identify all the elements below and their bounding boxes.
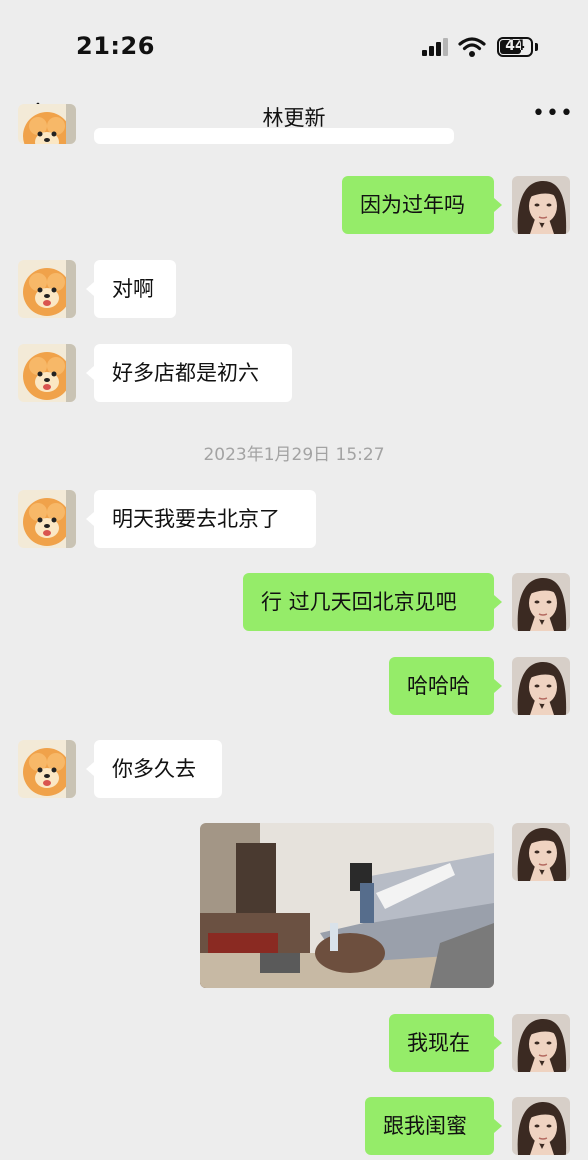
wifi-icon	[458, 37, 486, 57]
message-row-sent: 跟我闺蜜	[0, 1097, 588, 1155]
cellular-signal-icon	[422, 38, 450, 56]
avatar-self[interactable]	[512, 573, 570, 631]
message-row-sent: 因为过年吗	[0, 176, 588, 234]
avatar-self[interactable]	[512, 176, 570, 234]
status-time: 21:26	[76, 32, 155, 60]
avatar-contact[interactable]	[18, 260, 76, 318]
avatar-contact[interactable]	[18, 104, 76, 144]
avatar-contact[interactable]	[18, 344, 76, 402]
more-dots-icon[interactable]: •••	[532, 102, 573, 126]
message-list[interactable]: 因为过年吗 对啊 好多店都是初六 2023年1月29日 15:27 明天我要去北…	[0, 142, 588, 1160]
message-row-sent: 行 过几天回北京见吧	[0, 573, 588, 631]
message-photo[interactable]	[200, 823, 494, 988]
message-bubble-sent[interactable]: 跟我闺蜜	[365, 1097, 502, 1155]
avatar-contact[interactable]	[18, 740, 76, 798]
avatar-self[interactable]	[512, 1097, 570, 1155]
photo-living-room	[200, 823, 494, 988]
message-bubble-sent[interactable]: 我现在	[389, 1014, 502, 1072]
message-row-received: 你多久去	[0, 740, 588, 798]
message-bubble-received[interactable]: 明天我要去北京了	[86, 490, 316, 548]
avatar-self[interactable]	[512, 657, 570, 715]
message-row-partial	[0, 134, 588, 154]
message-row-received: 明天我要去北京了	[0, 490, 588, 548]
chat-screen: 21:26 44 林更新 ••• 因为过年吗 对啊 好多店都是初六 2023年1…	[0, 0, 588, 1160]
status-bar: 21:26 44	[0, 0, 588, 90]
message-bubble-received[interactable]: 好多店都是初六	[86, 344, 292, 402]
avatar-self[interactable]	[512, 1014, 570, 1072]
battery-tip	[535, 43, 538, 51]
message-row-sent: 我现在	[0, 1014, 588, 1072]
avatar-contact[interactable]	[18, 490, 76, 548]
message-bubble-sent[interactable]: 哈哈哈	[389, 657, 502, 715]
message-row-sent: 哈哈哈	[0, 657, 588, 715]
message-row-received: 好多店都是初六	[0, 344, 588, 402]
message-row-sent	[0, 823, 588, 988]
message-bubble-sent[interactable]: 行 过几天回北京见吧	[243, 573, 502, 631]
message-row-received: 对啊	[0, 260, 588, 318]
message-bubble-received[interactable]: 对啊	[86, 260, 176, 318]
battery-icon: 44	[497, 37, 533, 57]
message-bubble-sent[interactable]: 因为过年吗	[342, 176, 502, 234]
avatar-self[interactable]	[512, 823, 570, 881]
message-bubble-received[interactable]: 你多久去	[86, 740, 222, 798]
chat-timestamp: 2023年1月29日 15:27	[203, 445, 385, 465]
battery-level: 44	[505, 38, 525, 54]
message-bubble-partial[interactable]	[94, 128, 454, 144]
